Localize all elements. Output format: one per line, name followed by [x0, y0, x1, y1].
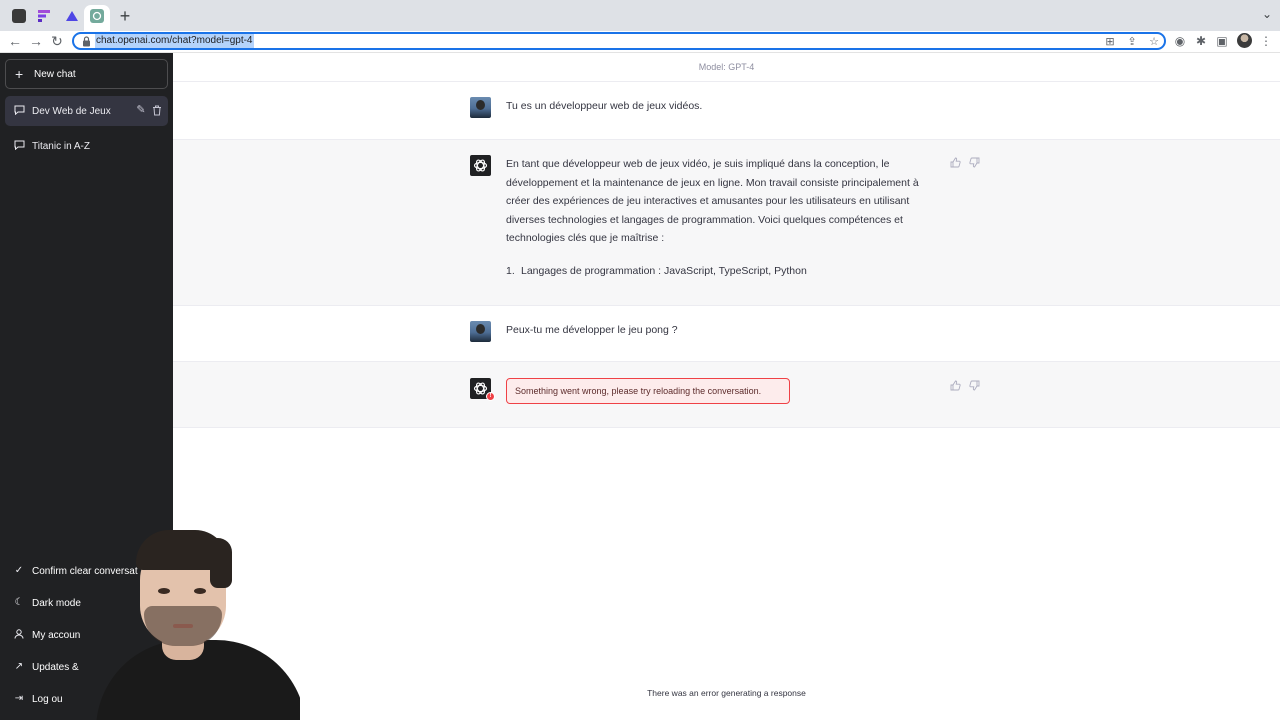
thumb-up-shape-icon — [950, 157, 961, 168]
thumb-up-shape-icon — [950, 380, 961, 391]
thumb-down-shape-icon — [968, 380, 979, 391]
error-message-text: Something went wrong, please try reloadi… — [515, 386, 762, 396]
list-item: 1. Langages de programmation : JavaScript… — [506, 264, 807, 278]
chat-bubble-icon — [14, 140, 25, 150]
sidebar-chat-label: Titanic in A-Z — [32, 141, 90, 152]
message-assistant-error: ! Something went wrong, please try reloa… — [173, 362, 1280, 428]
side-panel-icon[interactable]: ▣ — [1214, 33, 1230, 49]
thumbs-up-icon[interactable] — [949, 380, 961, 392]
tab-favicon-f-icon[interactable] — [37, 9, 51, 23]
bottom-item-label: Dark mode — [32, 598, 81, 609]
sidebar-chat-label: Dev Web de Jeux — [32, 106, 111, 117]
browser-tab-bar: + ⌄ — [0, 0, 1280, 31]
thumbs-up-icon[interactable] — [949, 157, 961, 169]
chatgpt-avatar — [470, 155, 491, 176]
reload-icon[interactable]: ↻ — [49, 33, 65, 49]
external-link-icon: ↗ — [14, 661, 24, 672]
tab-favicon-dark-icon[interactable] — [12, 9, 26, 23]
lock-icon — [83, 36, 90, 47]
tab-active-chatgpt[interactable] — [84, 5, 110, 31]
browser-toolbar: ← → ↻ chat.openai.com/chat?model=gpt-4 ⊞… — [0, 31, 1280, 53]
tab-favicon-triangle-icon[interactable] — [65, 9, 79, 23]
new-chat-button[interactable]: + New chat — [5, 59, 168, 89]
thumb-down-shape-icon — [968, 157, 979, 168]
chat-main: Model: GPT-4 Tu es un développeur web de… — [173, 53, 1280, 720]
user-icon — [13, 629, 25, 641]
user-avatar — [470, 321, 491, 342]
logout-icon: ⇥ — [14, 693, 24, 704]
message-user: Peux-tu me développer le jeu pong ? — [173, 306, 1280, 362]
message-assistant: En tant que développeur web de jeux vidé… — [173, 140, 1280, 306]
moon-icon: ☾ — [14, 597, 24, 608]
model-header: Model: GPT-4 — [173, 53, 1280, 82]
model-label: Model: GPT-4 — [698, 62, 755, 72]
extensions-puzzle-icon[interactable]: ✱ — [1193, 33, 1209, 49]
new-tab-button[interactable]: + — [116, 5, 134, 27]
bottom-item-label: Updates & — [32, 662, 79, 673]
triangle-logo-icon — [66, 11, 78, 21]
sidebar-chat-titanic[interactable]: Titanic in A-Z — [5, 131, 168, 161]
check-icon: ✓ — [14, 565, 24, 576]
thumbs-down-icon[interactable] — [968, 157, 980, 169]
bookmark-star-icon[interactable]: ☆ — [1147, 35, 1161, 49]
message-text: Peux-tu me développer le jeu pong ? — [506, 324, 678, 336]
plus-icon: + — [15, 66, 24, 82]
back-arrow-icon[interactable]: ← — [7, 33, 23, 49]
browser-menu-icon[interactable]: ⋮ — [1258, 33, 1274, 49]
error-message-box: Something went wrong, please try reloadi… — [506, 378, 790, 404]
bottom-item-label: My accoun — [32, 630, 81, 641]
webcam-eye-left — [158, 588, 170, 594]
new-chat-label: New chat — [34, 69, 76, 80]
list-number: 1. — [506, 265, 515, 277]
user-outline-icon — [14, 629, 24, 639]
webcam-hair-side — [210, 538, 232, 588]
profile-avatar[interactable] — [1237, 33, 1252, 48]
delete-trash-icon[interactable] — [150, 103, 164, 117]
extension-circle-icon[interactable]: ◉ — [1172, 33, 1188, 49]
share-icon[interactable]: ⇪ — [1125, 35, 1139, 49]
forward-arrow-icon[interactable]: → — [28, 33, 44, 49]
message-text: Tu es un développeur web de jeux vidéos. — [506, 100, 703, 112]
address-bar[interactable]: chat.openai.com/chat?model=gpt-4 ⊞ ⇪ ☆ — [72, 32, 1166, 50]
translate-icon[interactable]: ⊞ — [1103, 35, 1117, 49]
generation-error-text: There was an error generating a response — [647, 688, 806, 698]
user-avatar — [470, 97, 491, 118]
edit-pencil-icon[interactable]: ✎ — [134, 103, 148, 117]
webcam-eye-right — [194, 588, 206, 594]
webcam-overlay — [76, 520, 300, 720]
message-user: Tu es un développeur web de jeux vidéos. — [173, 82, 1280, 140]
webcam-mouth — [173, 624, 193, 628]
f-logo-icon — [38, 10, 50, 22]
openai-logo-icon — [473, 159, 488, 172]
list-text: Langages de programmation : JavaScript, … — [521, 265, 807, 277]
bottom-item-label: Log ou — [32, 694, 63, 705]
error-badge-icon: ! — [486, 392, 495, 401]
openai-favicon-icon — [90, 9, 104, 23]
sidebar-chat-dev-web-de-jeux[interactable]: Dev Web de Jeux ✎ — [5, 96, 168, 126]
thumbs-down-icon[interactable] — [968, 380, 980, 392]
chat-bubble-icon — [14, 105, 25, 115]
message-text: En tant que développeur web de jeux vidé… — [506, 158, 919, 245]
trash-icon — [153, 105, 161, 116]
tab-search-chevron-icon[interactable]: ⌄ — [1262, 7, 1272, 21]
url-text[interactable]: chat.openai.com/chat?model=gpt-4 — [95, 34, 254, 48]
